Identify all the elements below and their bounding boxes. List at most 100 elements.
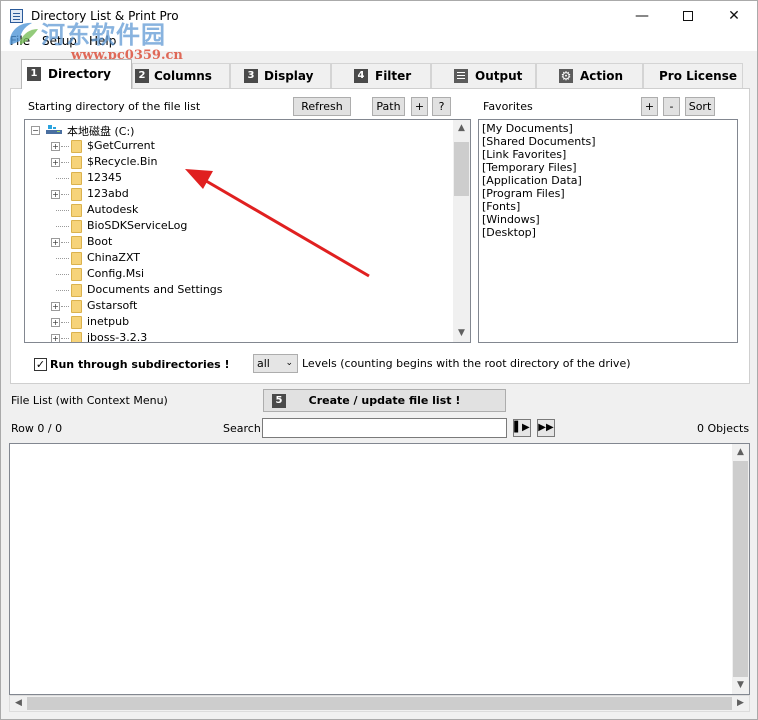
search-input[interactable] — [262, 418, 507, 438]
favorite-item[interactable]: [My Documents] — [482, 122, 573, 135]
expand-icon[interactable]: + — [51, 158, 60, 167]
scroll-down-icon[interactable]: ▼ — [453, 325, 470, 342]
tree-item[interactable]: Config.Msi — [25, 266, 453, 282]
tree-item[interactable]: + $Recycle.Bin — [25, 154, 453, 170]
tab-number: 4 — [354, 69, 368, 83]
tab-display[interactable]: 3 Display — [230, 63, 331, 88]
tab-label: Output — [475, 69, 523, 83]
tree-item[interactable]: + inetpub — [25, 314, 453, 330]
scroll-thumb[interactable] — [733, 461, 748, 677]
tab-pro-license[interactable]: Pro License — [643, 63, 743, 88]
scroll-up-icon[interactable]: ▲ — [453, 120, 470, 137]
maximize-button[interactable] — [665, 1, 711, 31]
tree-item[interactable]: +123abd — [25, 186, 453, 202]
favorite-item[interactable]: [Desktop] — [482, 226, 536, 239]
tree-item[interactable]: + Boot — [25, 234, 453, 250]
tree-item[interactable]: 12345 — [25, 170, 453, 186]
tab-number: 3 — [244, 69, 258, 83]
tab-directory[interactable]: 1 Directory — [21, 59, 132, 89]
path-button[interactable]: Path — [372, 97, 405, 116]
favorite-item[interactable]: [Windows] — [482, 213, 540, 226]
favorite-item[interactable]: [Temporary Files] — [482, 161, 577, 174]
step-number: 5 — [272, 394, 286, 408]
tab-label: Directory — [48, 67, 111, 81]
favorite-item[interactable]: [Application Data] — [482, 174, 582, 187]
collapse-icon[interactable]: − — [31, 126, 40, 135]
tab-label: Display — [264, 69, 314, 83]
folder-icon — [71, 188, 82, 201]
favorites-list[interactable]: [My Documents] [Shared Documents] [Link … — [478, 119, 738, 343]
scroll-thumb[interactable] — [454, 142, 469, 196]
scroll-up-icon[interactable]: ▲ — [732, 444, 749, 461]
add-path-button[interactable]: + — [411, 97, 428, 116]
tab-action[interactable]: ⚙ Action — [536, 63, 643, 88]
find-all-button[interactable]: ▶▶ — [537, 419, 555, 437]
file-list-hscrollbar[interactable]: ◀ ▶ — [9, 695, 750, 712]
tree-item-label: ChinaZXT — [87, 251, 141, 264]
tree-root[interactable]: − 本地磁盘 (C:) — [25, 122, 453, 138]
tab-output[interactable]: Output — [431, 63, 536, 88]
refresh-button[interactable]: Refresh — [293, 97, 351, 116]
expand-icon[interactable]: + — [51, 318, 60, 327]
expand-icon[interactable]: + — [51, 334, 60, 342]
tab-label: Filter — [375, 69, 412, 83]
tree-item[interactable]: + jboss-3.2.3 — [25, 330, 453, 342]
expand-icon[interactable]: + — [51, 190, 60, 199]
tree-item[interactable]: Documents and Settings — [25, 282, 453, 298]
expand-icon[interactable]: + — [51, 238, 60, 247]
expand-icon[interactable]: + — [51, 142, 60, 151]
favorite-item[interactable]: [Fonts] — [482, 200, 520, 213]
add-favorite-button[interactable]: + — [641, 97, 658, 116]
minimize-button[interactable]: — — [619, 1, 665, 31]
tree-connector — [61, 194, 69, 195]
tab-number: 1 — [27, 67, 41, 81]
file-list-scrollbar[interactable]: ▲ ▼ — [732, 444, 749, 694]
file-list-area[interactable]: ▲ ▼ — [9, 443, 750, 695]
favorite-item[interactable]: [Program Files] — [482, 187, 565, 200]
favorite-item[interactable]: [Link Favorites] — [482, 148, 566, 161]
tree-connector — [56, 226, 69, 227]
sort-favorites-button[interactable]: Sort — [685, 97, 715, 116]
folder-icon — [71, 300, 82, 313]
scroll-down-icon[interactable]: ▼ — [732, 677, 749, 694]
create-file-list-button[interactable]: 5 Create / update file list ! — [263, 389, 506, 412]
scroll-thumb[interactable] — [27, 697, 732, 710]
tree-connector — [61, 306, 69, 307]
watermark-logo-icon — [9, 22, 38, 45]
tree-item[interactable]: Autodesk — [25, 202, 453, 218]
tree-item-label: $GetCurrent — [87, 139, 155, 152]
tree-item-label: $Recycle.Bin — [87, 155, 158, 168]
tree-connector — [61, 338, 69, 339]
scroll-right-icon[interactable]: ▶ — [732, 696, 749, 711]
tree-scrollbar[interactable]: ▲ ▼ — [453, 120, 470, 342]
subdirs-checkbox[interactable]: ✓ — [34, 358, 47, 371]
tree-connector — [61, 322, 69, 323]
folder-icon — [71, 268, 82, 281]
tree-item[interactable]: + $GetCurrent — [25, 138, 453, 154]
tree-item[interactable]: ChinaZXT — [25, 250, 453, 266]
tab-columns[interactable]: 2 Columns — [132, 63, 230, 88]
find-next-button[interactable]: ▌▶ — [513, 419, 531, 437]
file-list-label: File List (with Context Menu) — [11, 394, 168, 407]
expand-icon[interactable]: + — [51, 302, 60, 311]
tree-connector — [56, 178, 69, 179]
tab-filter[interactable]: 4 Filter — [331, 63, 431, 88]
objects-count: 0 Objects — [697, 422, 750, 435]
close-button[interactable]: ✕ — [711, 1, 757, 31]
favorite-item[interactable]: [Shared Documents] — [482, 135, 596, 148]
help-button[interactable]: ? — [432, 97, 451, 116]
tree-connector — [56, 210, 69, 211]
folder-icon — [71, 252, 82, 265]
subdirs-label: Run through subdirectories ! — [50, 358, 230, 371]
directory-tree[interactable]: − 本地磁盘 (C:) + $GetCurrent + $Recycle.Bin 123… — [24, 119, 471, 343]
tree-item[interactable]: BioSDKServiceLog — [25, 218, 453, 234]
remove-favorite-button[interactable]: - — [663, 97, 680, 116]
folder-icon — [71, 236, 82, 249]
scroll-left-icon[interactable]: ◀ — [10, 696, 27, 711]
levels-select[interactable]: all ⌄ — [253, 354, 298, 373]
tree-connector — [56, 258, 69, 259]
tree-connector — [56, 274, 69, 275]
tab-label: Pro License — [659, 69, 737, 83]
folder-icon — [71, 220, 82, 233]
tree-item[interactable]: + Gstarsoft — [25, 298, 453, 314]
